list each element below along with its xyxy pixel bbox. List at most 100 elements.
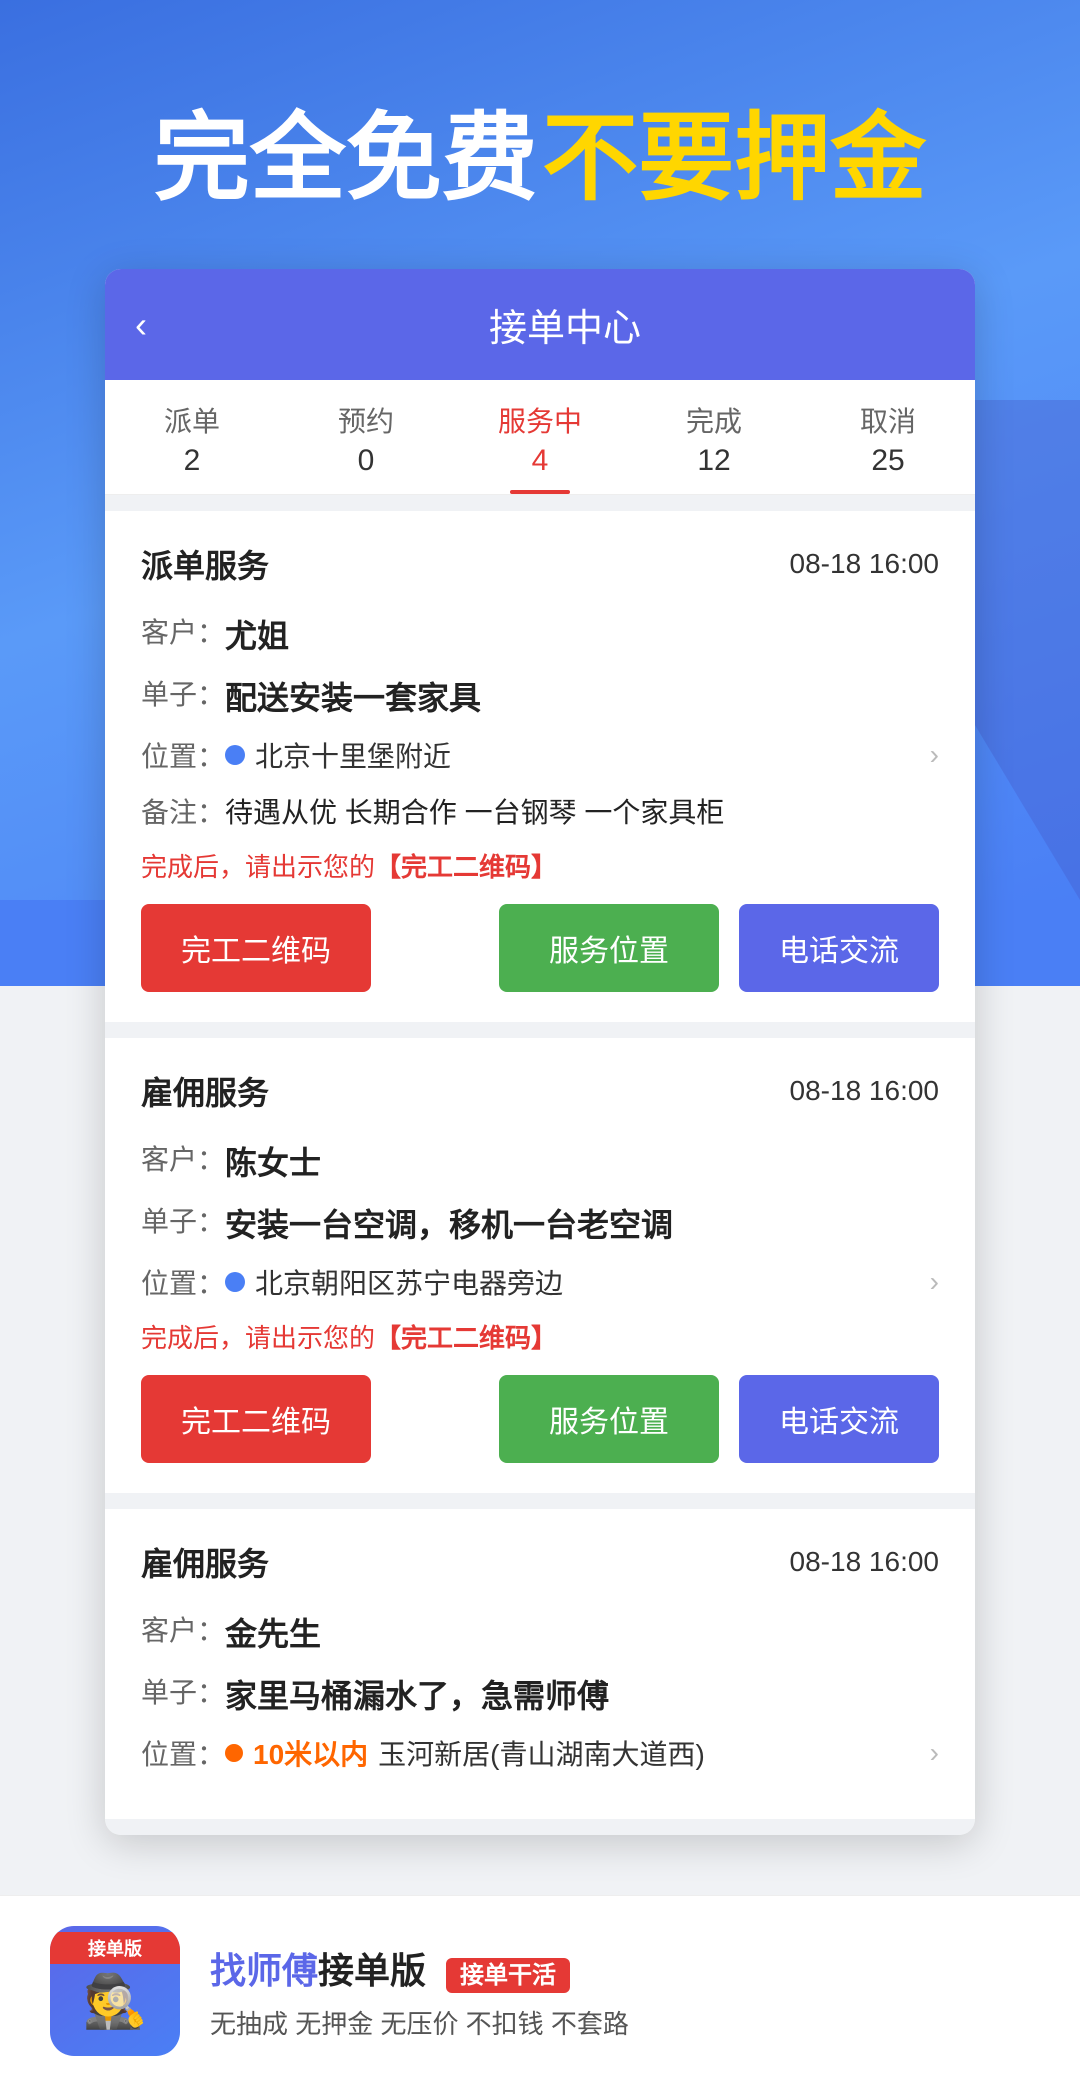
tab-reserve-label: 预约 (338, 400, 394, 440)
location-arrow-3: › (930, 1737, 939, 1769)
banner-title: 找师傅接单版 接单干活 (210, 1942, 1030, 1994)
location-content-3: 10米以内 玉河新居(青山湖南大道西) › (225, 1733, 939, 1773)
order-time-3: 08-18 16:00 (790, 1546, 939, 1578)
location-row-3: 位置： 10米以内 玉河新居(青山湖南大道西) › (141, 1733, 939, 1773)
tab-dispatch-label: 派单 (164, 400, 220, 440)
tab-done[interactable]: 完成 12 (627, 380, 801, 494)
tab-cancel[interactable]: 取消 25 (801, 380, 975, 494)
title-white: 完全免费 (154, 105, 538, 212)
order-time-2: 08-18 16:00 (790, 1075, 939, 1107)
location-label-3: 位置： (141, 1733, 225, 1773)
order-value-1: 配送安装一套家具 (225, 673, 481, 719)
orders-container: 派单服务 08-18 16:00 客户： 尤姐 单子： 配送安装一套家具 位置：… (105, 495, 975, 1835)
tab-dispatch[interactable]: 派单 2 (105, 380, 279, 494)
order-header-2: 雇佣服务 08-18 16:00 (141, 1068, 939, 1114)
location-row-2: 位置： 北京朝阳区苏宁电器旁边 › (141, 1262, 939, 1302)
app-icon-emoji: 🕵️ (83, 1971, 148, 2032)
back-button[interactable]: ‹ (135, 304, 185, 346)
distance-text-3: 10米以内 (253, 1733, 368, 1773)
btn-complete-qr-1[interactable]: 完工二维码 (141, 904, 371, 992)
btn-service-location-1[interactable]: 服务位置 (499, 904, 719, 992)
order-customer-row-2: 客户： 陈女士 (141, 1138, 939, 1184)
customer-label-3: 客户： (141, 1609, 225, 1649)
distance-badge-3: 10米以内 (225, 1733, 368, 1773)
action-buttons-1: 完工二维码 服务位置 电话交流 (141, 904, 939, 992)
location-dot-2 (225, 1272, 245, 1292)
order-type-1: 派单服务 (141, 541, 269, 587)
main-title: 完全免费 不要押金 (60, 80, 1020, 219)
tab-cancel-label: 取消 (860, 400, 916, 440)
banner-tag: 接单干活 (446, 1958, 570, 1993)
location-dot-1 (225, 745, 245, 765)
location-content-1: 北京十里堡附近 › (225, 735, 939, 775)
order-item-row-2: 单子： 安装一台空调，移机一台老空调 (141, 1200, 939, 1246)
location-arrow-1: › (930, 739, 939, 771)
reminder-1: 完成后，请出示您的【完工二维码】 (141, 847, 939, 884)
tab-done-count: 12 (697, 444, 730, 478)
order-time-1: 08-18 16:00 (790, 548, 939, 580)
order-value-2: 安装一台空调，移机一台老空调 (225, 1200, 673, 1246)
btn-phone-2[interactable]: 电话交流 (739, 1375, 939, 1463)
order-label-3: 单子： (141, 1671, 225, 1711)
action-buttons-2: 完工二维码 服务位置 电话交流 (141, 1375, 939, 1463)
app-icon-label: 接单版 (50, 1932, 180, 1964)
tab-inservice-count: 4 (532, 444, 549, 478)
tab-done-label: 完成 (686, 400, 742, 440)
order-customer-row-3: 客户： 金先生 (141, 1609, 939, 1655)
customer-label-1: 客户： (141, 611, 225, 651)
btn-service-location-2[interactable]: 服务位置 (499, 1375, 719, 1463)
order-header-3: 雇佣服务 08-18 16:00 (141, 1539, 939, 1585)
customer-label-2: 客户： (141, 1138, 225, 1178)
location-arrow-2: › (930, 1266, 939, 1298)
order-label-1: 单子： (141, 673, 225, 713)
location-text-1: 北京十里堡附近 (255, 735, 451, 775)
location-text-2: 北京朝阳区苏宁电器旁边 (255, 1262, 563, 1302)
customer-value-1: 尤姐 (225, 611, 289, 657)
banner-subtitle: 无抽成 无押金 无压价 不扣钱 不套路 (210, 2004, 1030, 2041)
order-card-1: 派单服务 08-18 16:00 客户： 尤姐 单子： 配送安装一套家具 位置：… (105, 511, 975, 1022)
banner-title-black: 接单版 (318, 1950, 426, 1991)
distance-dot-3 (225, 1744, 243, 1762)
order-item-row-3: 单子： 家里马桶漏水了，急需师傅 (141, 1671, 939, 1717)
banner-title-blue: 找师傅 (210, 1950, 318, 1991)
location-row-1: 位置： 北京十里堡附近 › (141, 735, 939, 775)
tab-cancel-count: 25 (871, 444, 904, 478)
tab-in-service[interactable]: 服务中 4 (453, 380, 627, 494)
nav-title: 接单中心 (185, 297, 945, 352)
location-content-2: 北京朝阳区苏宁电器旁边 › (225, 1262, 939, 1302)
banner-text: 找师傅接单版 接单干活 无抽成 无押金 无压价 不扣钱 不套路 (210, 1942, 1030, 2041)
tab-dispatch-count: 2 (184, 444, 201, 478)
order-item-row-1: 单子： 配送安装一套家具 (141, 673, 939, 719)
tab-reserve[interactable]: 预约 0 (279, 380, 453, 494)
order-value-3: 家里马桶漏水了，急需师傅 (225, 1671, 609, 1717)
reminder-2: 完成后，请出示您的【完工二维码】 (141, 1318, 939, 1355)
app-window: ‹ 接单中心 派单 2 预约 0 服务中 4 完成 12 取消 25 (105, 269, 975, 1835)
btn-complete-qr-2[interactable]: 完工二维码 (141, 1375, 371, 1463)
order-type-3: 雇佣服务 (141, 1539, 269, 1585)
note-row-1: 备注： 待遇从优 长期合作 一台钢琴 一个家具柜 (141, 791, 939, 831)
nav-bar: ‹ 接单中心 (105, 269, 975, 380)
customer-value-3: 金先生 (225, 1609, 321, 1655)
btn-phone-1[interactable]: 电话交流 (739, 904, 939, 992)
location-text-3: 玉河新居(青山湖南大道西) (378, 1733, 705, 1773)
title-yellow: 不要押金 (542, 105, 926, 212)
order-type-2: 雇佣服务 (141, 1068, 269, 1114)
order-card-2: 雇佣服务 08-18 16:00 客户： 陈女士 单子： 安装一台空调，移机一台… (105, 1038, 975, 1493)
reminder-highlight-1: 【完工二维码】 (375, 852, 557, 882)
customer-value-2: 陈女士 (225, 1138, 321, 1184)
note-label-1: 备注： (141, 791, 225, 831)
banner-subtitle-text: 无抽成 无押金 无压价 不扣钱 不套路 (210, 2009, 629, 2039)
bottom-banner: 接单版 🕵️ 找师傅接单版 接单干活 无抽成 无押金 无压价 不扣钱 不套路 (0, 1895, 1080, 2086)
order-header-1: 派单服务 08-18 16:00 (141, 541, 939, 587)
location-label-2: 位置： (141, 1262, 225, 1302)
location-label-1: 位置： (141, 735, 225, 775)
note-value-1: 待遇从优 长期合作 一台钢琴 一个家具柜 (225, 791, 724, 831)
tabs-bar: 派单 2 预约 0 服务中 4 完成 12 取消 25 (105, 380, 975, 495)
tab-reserve-count: 0 (358, 444, 375, 478)
order-customer-row-1: 客户： 尤姐 (141, 611, 939, 657)
tab-inservice-label: 服务中 (498, 400, 582, 440)
order-label-2: 单子： (141, 1200, 225, 1240)
order-card-3: 雇佣服务 08-18 16:00 客户： 金先生 单子： 家里马桶漏水了，急需师… (105, 1509, 975, 1819)
app-icon: 接单版 🕵️ (50, 1926, 180, 2056)
reminder-highlight-2: 【完工二维码】 (375, 1323, 557, 1353)
